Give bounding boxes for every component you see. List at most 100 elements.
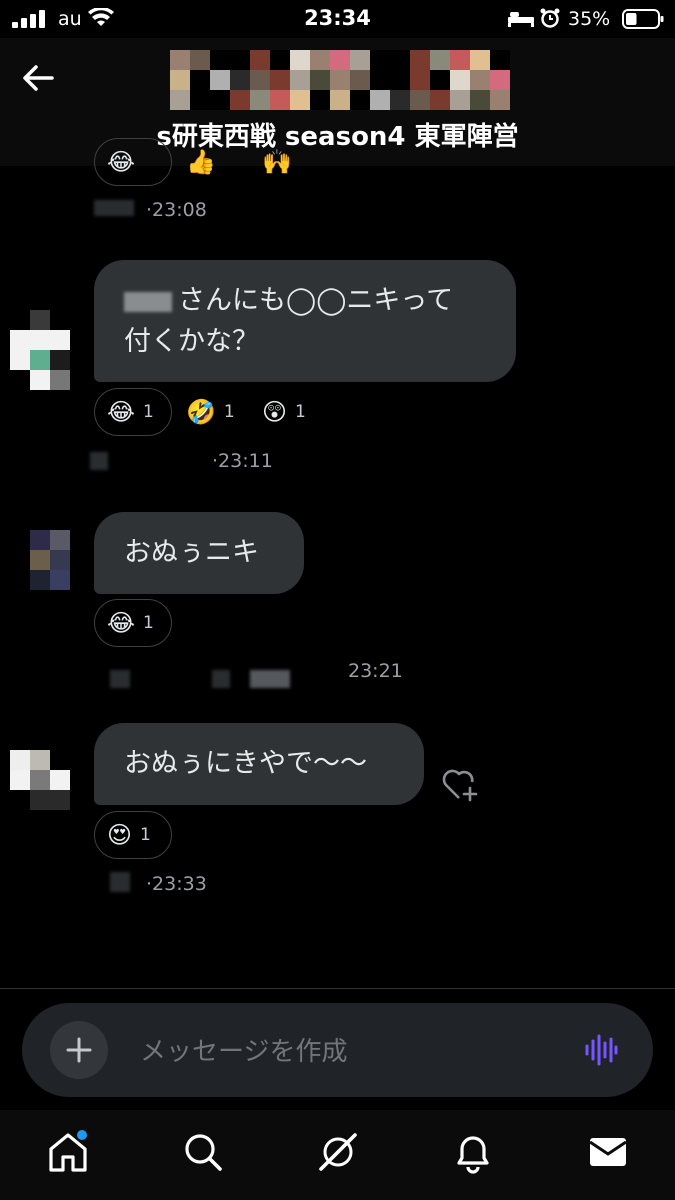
react-heart-plus-icon[interactable] <box>442 768 480 802</box>
reaction-count: 1 <box>295 402 306 422</box>
group-avatar-mosaic[interactable] <box>170 50 510 110</box>
message-text: おぬぅにきやで〜〜 <box>124 748 367 779</box>
message-text: さんにも◯◯ニキって <box>178 285 454 316</box>
message-time: 23:08 <box>152 199 207 221</box>
reaction-emoji: 😂 <box>107 148 136 176</box>
reaction-chip[interactable]: 👍 <box>186 138 216 186</box>
mosaic-cell <box>310 50 330 70</box>
sender-name-redacted <box>212 670 230 688</box>
message-text: 付くかな？ <box>124 326 259 357</box>
battery-icon <box>622 9 664 29</box>
mosaic-cell <box>490 70 510 90</box>
home-icon[interactable] <box>46 1130 90 1174</box>
status-bar: au 23:34 35% <box>0 0 675 38</box>
mosaic-cell <box>470 70 490 90</box>
reaction-emoji: 😂 <box>107 609 136 637</box>
reaction-emoji: 😲 <box>262 398 288 426</box>
mosaic-cell <box>190 50 210 70</box>
mosaic-cell <box>390 90 410 110</box>
reaction-emoji: 😂 <box>107 398 136 426</box>
sender-name-redacted <box>250 670 290 688</box>
back-arrow-icon[interactable] <box>18 58 58 98</box>
message-bubble[interactable]: おぬぅニキ <box>94 512 304 594</box>
reaction-count: 1 <box>223 402 235 422</box>
reaction-emoji: 👍 <box>186 148 216 176</box>
mosaic-cell <box>190 90 210 110</box>
reaction-emoji: 😍 <box>107 821 133 849</box>
mosaic-cell <box>430 50 450 70</box>
mosaic-cell <box>370 70 390 90</box>
mosaic-cell <box>270 70 290 90</box>
message-bubble[interactable]: おぬぅにきやで〜〜 <box>94 723 424 805</box>
reaction-count: 1 <box>143 402 154 422</box>
redacted-name <box>124 291 172 312</box>
mosaic-cell <box>250 50 270 70</box>
mosaic-cell <box>410 50 430 70</box>
mosaic-cell <box>210 70 230 90</box>
mosaic-cell <box>230 70 250 90</box>
reaction-chip[interactable]: 😍 1 <box>94 811 172 859</box>
reaction-chip[interactable]: 😂 1 <box>94 599 172 647</box>
mosaic-cell <box>390 70 410 90</box>
message-time: 23:33 <box>152 873 207 895</box>
mosaic-cell <box>250 70 270 90</box>
reaction-emoji: 🙌 <box>262 148 292 176</box>
sender-name-redacted <box>110 670 130 688</box>
mosaic-cell <box>350 70 370 90</box>
mosaic-cell <box>350 50 370 70</box>
message-time: 23:11 <box>218 450 273 472</box>
bottom-navigation <box>0 1110 675 1200</box>
reaction-chip[interactable]: 🤣 1 <box>186 388 235 436</box>
notifications-icon[interactable] <box>451 1130 495 1174</box>
mosaic-cell <box>410 90 430 110</box>
plus-icon <box>66 1037 92 1063</box>
mosaic-cell <box>170 70 190 90</box>
mosaic-cell <box>470 90 490 110</box>
mosaic-cell <box>370 90 390 110</box>
mosaic-cell <box>350 90 370 110</box>
mosaic-cell <box>330 70 350 90</box>
sender-avatar[interactable] <box>10 310 70 390</box>
mosaic-cell <box>170 50 190 70</box>
mosaic-cell <box>290 90 310 110</box>
mosaic-cell <box>290 50 310 70</box>
mosaic-cell <box>310 70 330 90</box>
mosaic-cell <box>210 50 230 70</box>
mosaic-cell <box>330 90 350 110</box>
grok-icon[interactable] <box>316 1130 360 1174</box>
messages-icon[interactable] <box>586 1130 630 1174</box>
mosaic-cell <box>270 90 290 110</box>
message-meta: ·23:08 <box>146 199 207 221</box>
sender-avatar[interactable] <box>10 530 70 610</box>
search-icon[interactable] <box>181 1130 225 1174</box>
voice-message-icon[interactable] <box>584 1033 618 1067</box>
reaction-chip[interactable]: 🙌 <box>262 138 292 186</box>
mosaic-cell <box>270 50 290 70</box>
mosaic-cell <box>450 70 470 90</box>
reaction-emoji: 🤣 <box>186 398 216 426</box>
message-input[interactable]: メッセージを作成 <box>140 1031 347 1068</box>
message-composer: メッセージを作成 <box>22 1003 653 1097</box>
add-media-button[interactable] <box>50 1021 108 1079</box>
mosaic-cell <box>370 50 390 70</box>
alarm-icon <box>540 8 560 28</box>
mosaic-cell <box>410 70 430 90</box>
mosaic-cell <box>210 90 230 110</box>
reaction-count: 1 <box>140 825 151 845</box>
mosaic-cell <box>490 50 510 70</box>
sender-avatar[interactable] <box>10 750 70 830</box>
reaction-chip[interactable]: 😂 <box>94 138 172 186</box>
battery-percent: 35% <box>568 8 611 30</box>
sender-name-redacted <box>94 200 134 216</box>
sender-name-redacted <box>90 452 108 470</box>
reaction-chip[interactable]: 😂 1 <box>94 388 172 436</box>
reaction-chip[interactable]: 😲 1 <box>262 388 306 436</box>
mosaic-cell <box>430 70 450 90</box>
sleep-icon <box>508 12 534 27</box>
mosaic-cell <box>250 90 270 110</box>
mosaic-cell <box>290 70 310 90</box>
message-bubble[interactable]: さんにも◯◯ニキって 付くかな？ <box>94 260 516 382</box>
mosaic-cell <box>230 50 250 70</box>
message-meta: ·23:33 <box>146 873 207 895</box>
message-meta: ·23:11 <box>212 450 273 472</box>
